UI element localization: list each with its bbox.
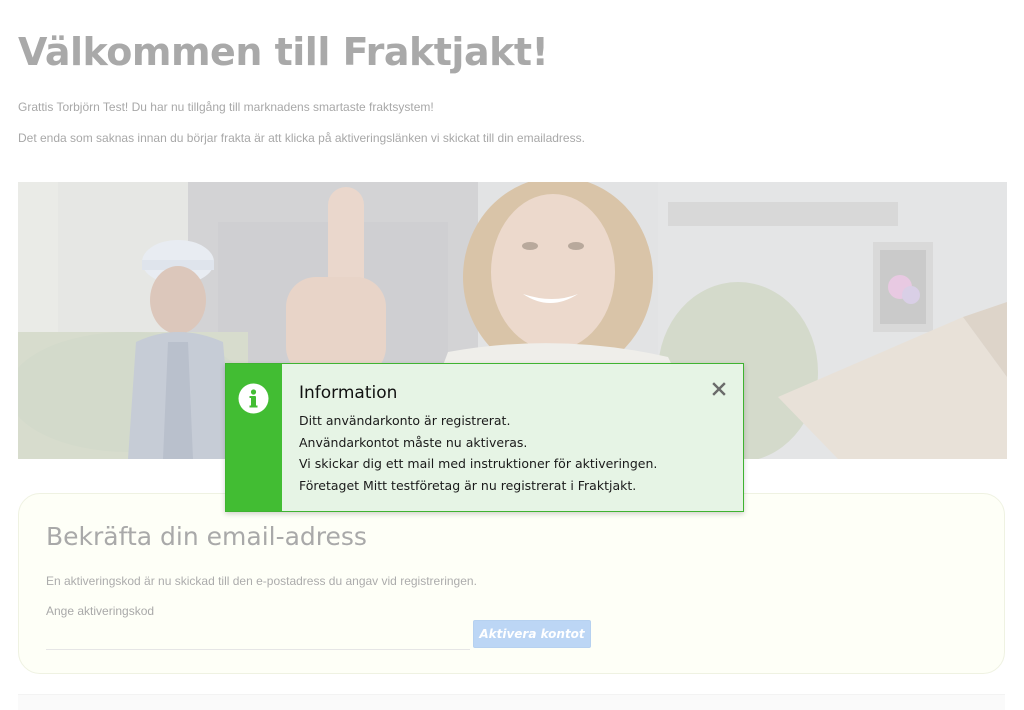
activation-note-text: Det enda som saknas innan du börjar frak… <box>18 131 585 145</box>
dialog-title: Information <box>299 383 398 403</box>
background-content: Välkommen till Fraktjakt! Grattis Torbjö… <box>0 0 1024 710</box>
activation-code-label: Ange aktiveringskod <box>46 604 155 618</box>
dialog-message-line: Vi skickar dig ett mail med instruktione… <box>299 456 658 471</box>
activate-account-button[interactable]: Aktivera kontot <box>473 620 591 648</box>
next-panel-edge <box>18 694 1005 710</box>
confirm-title: Bekräfta din email-adress <box>46 522 367 551</box>
close-dialog-button[interactable] <box>710 380 728 398</box>
info-icon <box>238 383 269 414</box>
confirm-description: En aktiveringskod är nu skickad till den… <box>46 574 477 588</box>
dialog-message-line: Ditt användarkonto är registrerat. <box>299 413 511 428</box>
congrats-text: Grattis Torbjörn Test! Du har nu tillgån… <box>18 100 434 114</box>
dialog-message-line: Användarkontot måste nu aktiveras. <box>299 434 528 450</box>
confirm-email-panel: Bekräfta din email-adress En aktiverings… <box>18 493 1005 674</box>
page: Välkommen till Fraktjakt! Grattis Torbjö… <box>0 0 1024 710</box>
information-dialog: Information Ditt användarkonto är regist… <box>225 363 744 512</box>
close-icon <box>710 382 728 401</box>
dialog-message-line: Företaget Mitt testföretag är nu registr… <box>299 477 637 493</box>
dialog-message-list: Ditt användarkonto är registrerat. Använ… <box>299 410 657 496</box>
page-title: Välkommen till Fraktjakt! <box>18 30 549 74</box>
activation-code-input[interactable] <box>46 622 470 650</box>
info-accent-strip <box>226 364 282 511</box>
